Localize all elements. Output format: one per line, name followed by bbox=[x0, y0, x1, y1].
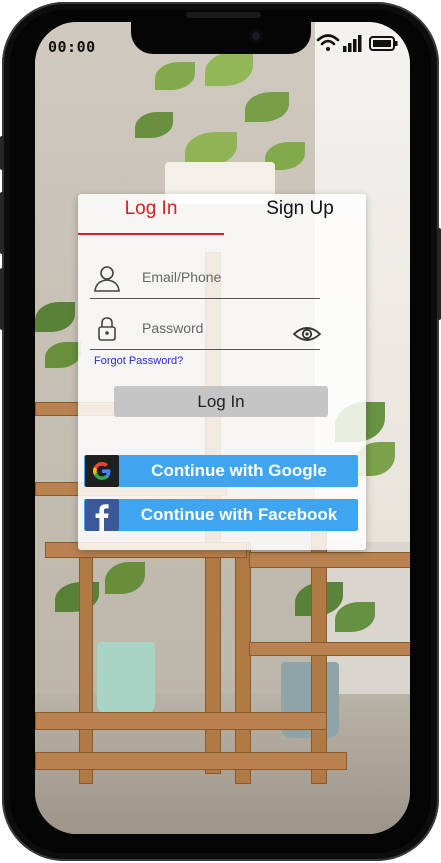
front-camera bbox=[249, 29, 263, 43]
side-button bbox=[0, 268, 4, 330]
status-time: 00:00 bbox=[48, 38, 96, 56]
tab-login[interactable]: Log In bbox=[78, 198, 224, 220]
tab-signup[interactable]: Sign Up bbox=[228, 198, 372, 220]
user-icon bbox=[94, 266, 120, 292]
google-button-label: Continue with Google bbox=[151, 461, 327, 480]
speaker-grille bbox=[186, 12, 261, 18]
battery-icon bbox=[369, 36, 398, 51]
side-button bbox=[437, 228, 441, 320]
login-card: Log In Sign Up Forgot Password? Log In bbox=[78, 194, 366, 550]
lock-icon bbox=[98, 317, 116, 341]
wifi-icon bbox=[316, 34, 340, 51]
status-icons bbox=[316, 34, 398, 52]
email-input[interactable] bbox=[140, 268, 319, 286]
eye-icon[interactable] bbox=[292, 324, 322, 344]
password-field bbox=[90, 313, 320, 350]
side-button bbox=[0, 136, 4, 170]
google-icon bbox=[85, 455, 119, 487]
facebook-icon bbox=[85, 499, 119, 531]
side-button bbox=[0, 192, 4, 254]
signal-icon bbox=[343, 35, 362, 52]
google-button[interactable]: Continue with Google bbox=[84, 455, 358, 487]
forgot-password-link[interactable]: Forgot Password? bbox=[94, 355, 183, 367]
active-tab-indicator bbox=[78, 233, 224, 235]
email-field bbox=[90, 262, 320, 299]
login-button[interactable]: Log In bbox=[114, 386, 328, 417]
notch bbox=[131, 22, 311, 54]
facebook-button[interactable]: Continue with Facebook bbox=[84, 499, 358, 531]
facebook-button-label: Continue with Facebook bbox=[140, 505, 338, 524]
